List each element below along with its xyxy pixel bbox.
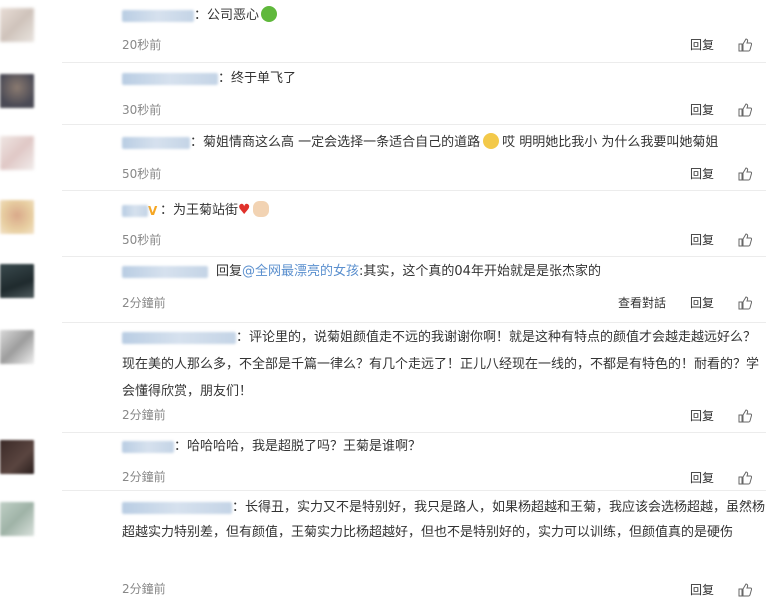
like-thumb-icon[interactable] <box>738 102 752 117</box>
avatar[interactable] <box>0 330 34 364</box>
reply-prefix: 回复 <box>216 264 243 279</box>
comment-time: 50秒前 <box>122 167 162 181</box>
comment-time: 2分鐘前 <box>122 470 166 484</box>
heart-emoji-icon: ♥ <box>238 202 251 218</box>
clap-emoji-icon <box>252 201 269 217</box>
like-thumb-icon[interactable] <box>738 470 752 485</box>
comment-item: ：哈哈哈哈，我是超脱了吗？王菊是谁啊？ 2分鐘前 回复 <box>0 432 766 491</box>
comment-item: ：公司恶心 20秒前 回复 <box>0 0 766 63</box>
comment-time: 2分鐘前 <box>122 296 166 310</box>
crying-laugh-emoji-icon <box>483 133 500 149</box>
comment-time: 20秒前 <box>122 38 162 52</box>
reply-button[interactable]: 回复 <box>690 231 714 248</box>
avatar[interactable] <box>0 74 34 108</box>
reply-button[interactable]: 回复 <box>690 36 714 53</box>
view-conversation-button[interactable]: 查看對話 <box>618 294 666 311</box>
verified-v-icon: V <box>148 204 158 218</box>
username[interactable] <box>122 136 190 149</box>
comment-item: ：评论里的，说菊姐颜值走不远的我谢谢你啊！就是这种有特点的颜值才会越走越远好么？… <box>0 322 766 433</box>
comment-text: 终于单飞了 <box>231 71 297 86</box>
comment-text: 公司恶心 <box>207 8 260 23</box>
avatar[interactable] <box>0 8 34 42</box>
comment-text: 菊姐情商这么高 一定会选择一条适合自己的道路 <box>203 135 481 150</box>
comment-item: ：菊姐情商这么高 一定会选择一条适合自己的道路哎 明明她比我小 为什么我要叫她菊… <box>0 124 766 191</box>
reply-button[interactable]: 回复 <box>690 294 714 311</box>
comment-item: ：长得丑，实力又不是特别好，我只是路人，如果杨超越和王菊，我应该会选杨超越，虽然… <box>0 490 766 604</box>
avatar[interactable] <box>0 502 34 536</box>
avatar[interactable] <box>0 440 34 474</box>
like-thumb-icon[interactable] <box>738 166 752 181</box>
comment-text-continued: 哎 明明她比我小 为什么我要叫她菊姐 <box>502 135 719 150</box>
comment-time: 2分鐘前 <box>122 408 166 422</box>
comment-item: ：终于单飞了 30秒前 回复 <box>0 62 766 125</box>
sick-emoji-icon <box>261 6 278 22</box>
username[interactable] <box>122 331 236 344</box>
comment-item: V ：为王菊站街♥ 50秒前 回复 <box>0 190 766 257</box>
comment-text: 为王菊站街 <box>173 203 239 218</box>
avatar[interactable] <box>0 136 34 170</box>
avatar[interactable] <box>0 264 34 298</box>
like-thumb-icon[interactable] <box>738 37 752 52</box>
like-thumb-icon[interactable] <box>738 295 752 310</box>
comment-time: 30秒前 <box>122 103 162 117</box>
username[interactable] <box>122 9 194 22</box>
comment-item: 回复@全网最漂亮的女孩:其实，这个真的04年开始就是是张杰家的 2分鐘前 查看對… <box>0 256 766 323</box>
avatar[interactable] <box>0 200 34 234</box>
like-thumb-icon[interactable] <box>738 408 752 423</box>
mention-link[interactable]: @全网最漂亮的女孩 <box>242 264 359 279</box>
like-thumb-icon[interactable] <box>738 232 752 247</box>
like-thumb-icon[interactable] <box>738 582 752 597</box>
username[interactable] <box>122 72 218 85</box>
username[interactable] <box>122 265 208 278</box>
comment-time: 2分鐘前 <box>122 582 166 596</box>
reply-button[interactable]: 回复 <box>690 469 714 486</box>
reply-button[interactable]: 回复 <box>690 165 714 182</box>
username[interactable] <box>122 501 232 514</box>
reply-button[interactable]: 回复 <box>690 101 714 118</box>
reply-button[interactable]: 回复 <box>690 407 714 424</box>
comment-time: 50秒前 <box>122 233 162 247</box>
comment-text: 哈哈哈哈，我是超脱了吗？王菊是谁啊？ <box>187 439 422 454</box>
username[interactable] <box>122 440 174 453</box>
reply-button[interactable]: 回复 <box>690 581 714 598</box>
comment-list: ：公司恶心 20秒前 回复 ：终于单飞了 30秒前 回复 ：菊姐情商这么高 一定… <box>0 0 772 604</box>
comment-text: :其实，这个真的04年开始就是是张杰家的 <box>359 264 601 279</box>
username[interactable] <box>122 204 148 217</box>
